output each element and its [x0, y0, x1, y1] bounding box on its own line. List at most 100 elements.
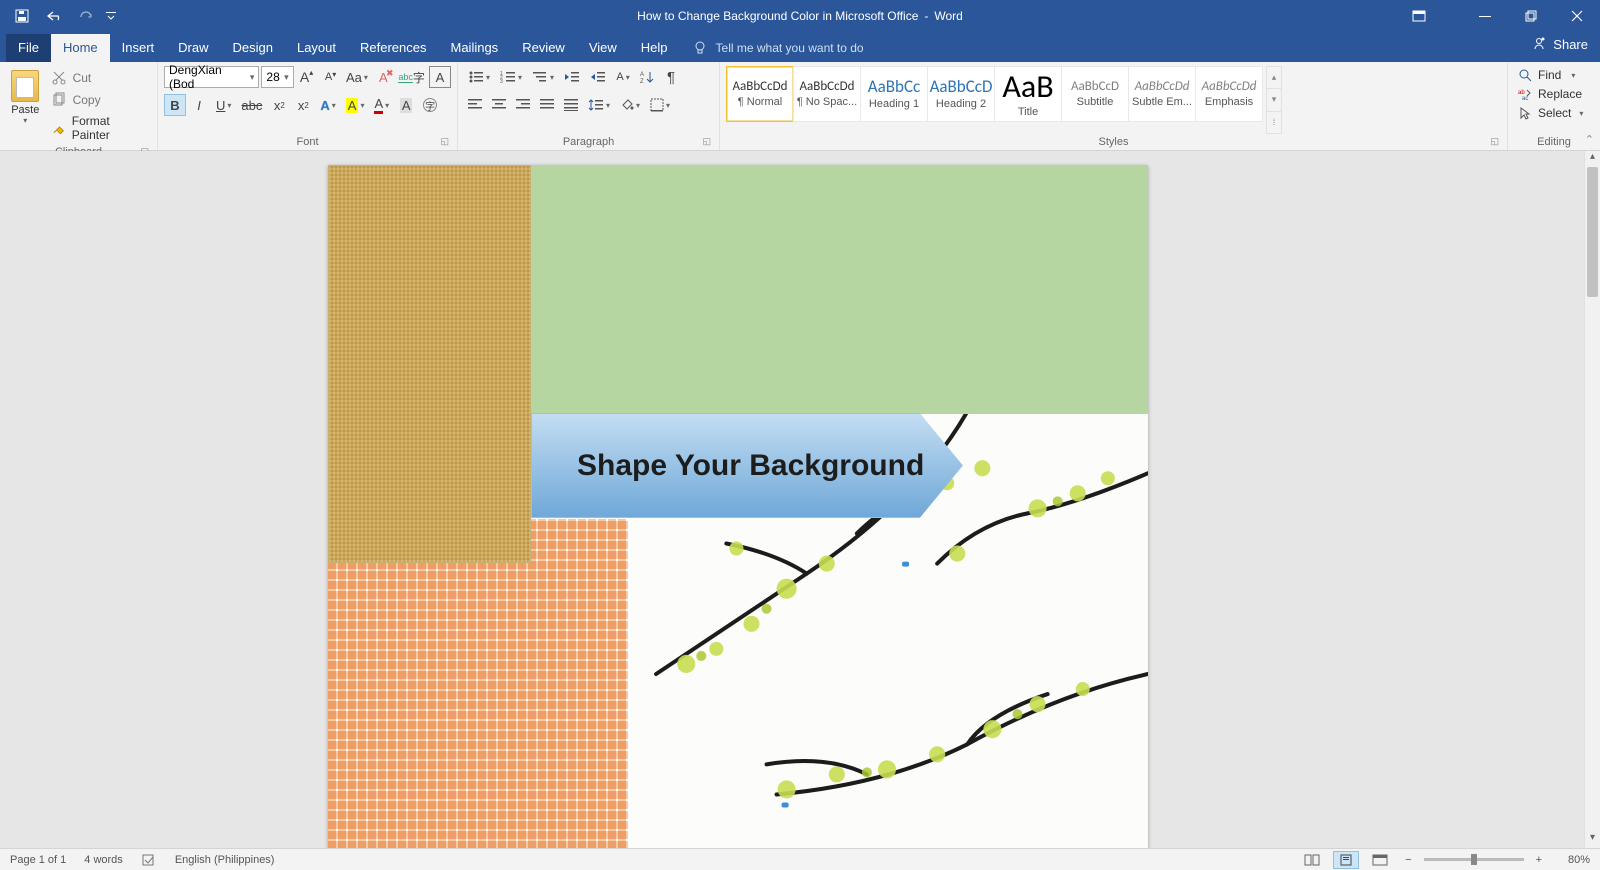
tab-design[interactable]: Design — [221, 34, 285, 62]
zoom-slider[interactable] — [1424, 858, 1524, 861]
phonetic-guide-button[interactable]: abc字 — [396, 66, 427, 88]
tab-file[interactable]: File — [6, 34, 51, 62]
asian-layout-button[interactable]: A▾ — [612, 66, 634, 88]
select-button[interactable]: Select▾ — [1514, 104, 1594, 122]
save-button[interactable] — [8, 2, 36, 30]
borders-button[interactable]: ▾ — [646, 94, 674, 116]
svg-text:ac: ac — [1522, 96, 1528, 101]
numbering-button[interactable]: 123▾ — [496, 66, 526, 88]
style-heading-1[interactable]: AaBbCcHeading 1 — [860, 66, 928, 122]
read-mode-button[interactable] — [1299, 851, 1325, 869]
paste-button[interactable]: Paste ▾ — [6, 66, 45, 144]
align-left-button[interactable] — [464, 94, 486, 116]
zoom-slider-handle[interactable] — [1471, 854, 1477, 865]
bullets-button[interactable]: ▾ — [464, 66, 494, 88]
close-button[interactable] — [1554, 0, 1600, 32]
page-indicator[interactable]: Page 1 of 1 — [10, 854, 66, 866]
tab-insert[interactable]: Insert — [110, 34, 167, 62]
show-marks-button[interactable]: ¶ — [660, 66, 682, 88]
maximize-button[interactable] — [1508, 0, 1554, 32]
find-button[interactable]: Find▾ — [1514, 66, 1594, 84]
enclose-characters-button[interactable]: 字 — [419, 94, 441, 116]
style-heading-2[interactable]: AaBbCcDHeading 2 — [927, 66, 995, 122]
orange-grid-rectangle — [328, 519, 628, 848]
shrink-font-button[interactable]: A▾ — [320, 66, 342, 88]
font-name-combo[interactable]: DengXian (Bod▾ — [164, 66, 259, 88]
character-shading-button[interactable]: A — [395, 94, 417, 116]
tab-view[interactable]: View — [577, 34, 629, 62]
styles-expand[interactable]: ⁞ — [1267, 112, 1281, 133]
align-center-button[interactable] — [488, 94, 510, 116]
font-color-button[interactable]: A▾ — [370, 94, 393, 116]
tell-me-search[interactable]: Tell me what you want to do — [680, 34, 876, 62]
italic-button[interactable]: I — [188, 94, 210, 116]
ribbon-display-options-button[interactable] — [1396, 0, 1442, 32]
line-spacing-icon — [588, 98, 604, 112]
format-painter-button[interactable]: Format Painter — [47, 112, 151, 144]
bold-button[interactable]: B — [164, 94, 186, 116]
multilevel-list-button[interactable]: ▾ — [528, 66, 558, 88]
zoom-in-button[interactable]: + — [1532, 854, 1546, 866]
superscript-button[interactable]: x2 — [292, 94, 314, 116]
tab-draw[interactable]: Draw — [166, 34, 220, 62]
align-right-button[interactable] — [512, 94, 534, 116]
replace-button[interactable]: abacReplace — [1514, 85, 1594, 103]
tab-review[interactable]: Review — [510, 34, 577, 62]
styles-scroll-up[interactable]: ▴ — [1267, 67, 1281, 89]
language-indicator[interactable]: English (Philippines) — [175, 854, 275, 866]
sort-button[interactable]: AZ — [636, 66, 658, 88]
share-button[interactable]: Share — [1531, 36, 1588, 52]
subscript-button[interactable]: x2 — [268, 94, 290, 116]
line-spacing-button[interactable]: ▾ — [584, 94, 614, 116]
style-no-spacing[interactable]: AaBbCcDd¶ No Spac... — [793, 66, 861, 122]
word-count[interactable]: 4 words — [84, 854, 123, 866]
character-border-button[interactable]: A — [429, 66, 451, 88]
tab-layout[interactable]: Layout — [285, 34, 348, 62]
zoom-percent[interactable]: 80% — [1554, 854, 1590, 866]
clear-formatting-button[interactable]: A✖ — [372, 66, 394, 88]
scroll-down-button[interactable]: ▾ — [1585, 832, 1600, 848]
minimize-button[interactable] — [1462, 0, 1508, 32]
clipboard-icon — [11, 70, 39, 102]
increase-indent-button[interactable] — [586, 66, 610, 88]
highlight-button[interactable]: A▾ — [342, 94, 369, 116]
style-subtitle[interactable]: AaBbCcDSubtitle — [1061, 66, 1129, 122]
redo-button[interactable] — [72, 2, 100, 30]
copy-button[interactable]: Copy — [47, 90, 151, 110]
vertical-scrollbar[interactable]: ▴ ▾ — [1584, 151, 1600, 848]
styles-launcher[interactable]: ◱ — [1490, 136, 1499, 147]
text-effects-button[interactable]: A▾ — [316, 94, 339, 116]
cut-button[interactable]: Cut — [47, 68, 151, 88]
underline-button[interactable]: U▾ — [212, 94, 235, 116]
font-launcher[interactable]: ◱ — [440, 136, 449, 147]
style-subtle-emphasis[interactable]: AaBbCcDdSubtle Em... — [1128, 66, 1196, 122]
style-emphasis[interactable]: AaBbCcDdEmphasis — [1195, 66, 1263, 122]
web-layout-button[interactable] — [1367, 851, 1393, 869]
style-title[interactable]: AaBTitle — [994, 66, 1062, 122]
strikethrough-button[interactable]: abc — [237, 94, 266, 116]
styles-scroll-down[interactable]: ▾ — [1267, 89, 1281, 111]
paragraph-launcher[interactable]: ◱ — [702, 136, 711, 147]
tab-mailings[interactable]: Mailings — [439, 34, 511, 62]
decrease-indent-button[interactable] — [560, 66, 584, 88]
spell-check-icon[interactable] — [141, 853, 157, 867]
undo-button[interactable] — [40, 2, 68, 30]
justify-button[interactable] — [536, 94, 558, 116]
tab-home[interactable]: Home — [51, 34, 110, 62]
style-normal[interactable]: AaBbCcDd¶ Normal — [726, 66, 794, 122]
change-case-button[interactable]: Aa▾ — [344, 66, 371, 88]
distributed-button[interactable] — [560, 94, 582, 116]
grow-font-button[interactable]: A▴ — [296, 66, 318, 88]
font-size-combo[interactable]: 28▾ — [261, 66, 293, 88]
qat-customize-button[interactable] — [104, 2, 118, 30]
tab-help[interactable]: Help — [629, 34, 680, 62]
shading-button[interactable]: ▾ — [616, 94, 644, 116]
collapse-ribbon-button[interactable]: ⌃ — [1585, 133, 1594, 146]
tab-references[interactable]: References — [348, 34, 438, 62]
document-canvas[interactable]: Shape Your Background — [0, 151, 1584, 848]
scroll-thumb[interactable] — [1587, 167, 1598, 297]
zoom-out-button[interactable]: − — [1401, 854, 1415, 866]
print-layout-button[interactable] — [1333, 851, 1359, 869]
paintbrush-icon — [51, 120, 66, 136]
scroll-up-button[interactable]: ▴ — [1585, 151, 1600, 167]
